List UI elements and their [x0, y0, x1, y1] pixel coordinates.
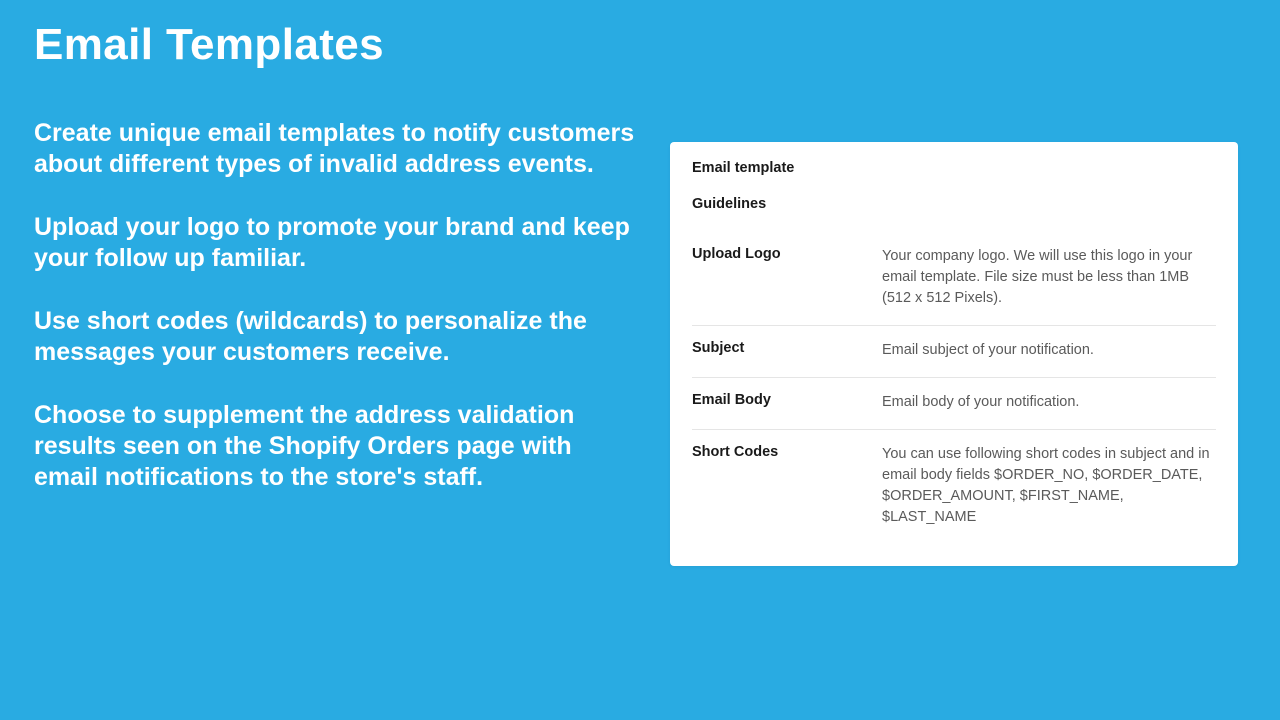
card-subtitle: Guidelines: [692, 196, 1216, 212]
guideline-label: Short Codes: [692, 444, 882, 528]
paragraph-4: Choose to supplement the address validat…: [34, 400, 636, 493]
guideline-row-short-codes: Short Codes You can use following short …: [692, 429, 1216, 544]
guideline-desc: You can use following short codes in sub…: [882, 444, 1216, 528]
guideline-desc: Your company logo. We will use this logo…: [882, 246, 1216, 309]
right-column: Email template Guidelines Upload Logo Yo…: [670, 142, 1238, 566]
slide-title: Email Templates: [34, 20, 1246, 70]
card-title: Email template: [692, 160, 1216, 176]
guideline-label: Upload Logo: [692, 246, 882, 309]
email-template-card: Email template Guidelines Upload Logo Yo…: [670, 142, 1238, 566]
guideline-label: Subject: [692, 340, 882, 361]
slide-content: Create unique email templates to notify …: [34, 118, 1246, 566]
slide: Email Templates Create unique email temp…: [0, 0, 1280, 720]
guideline-desc: Email body of your notification.: [882, 392, 1216, 413]
paragraph-2: Upload your logo to promote your brand a…: [34, 212, 636, 274]
guideline-row-upload-logo: Upload Logo Your company logo. We will u…: [692, 232, 1216, 325]
left-column: Create unique email templates to notify …: [34, 118, 636, 566]
guideline-label: Email Body: [692, 392, 882, 413]
guideline-row-subject: Subject Email subject of your notificati…: [692, 325, 1216, 377]
guideline-row-email-body: Email Body Email body of your notificati…: [692, 377, 1216, 429]
paragraph-1: Create unique email templates to notify …: [34, 118, 636, 180]
guideline-desc: Email subject of your notification.: [882, 340, 1216, 361]
paragraph-3: Use short codes (wildcards) to personali…: [34, 306, 636, 368]
